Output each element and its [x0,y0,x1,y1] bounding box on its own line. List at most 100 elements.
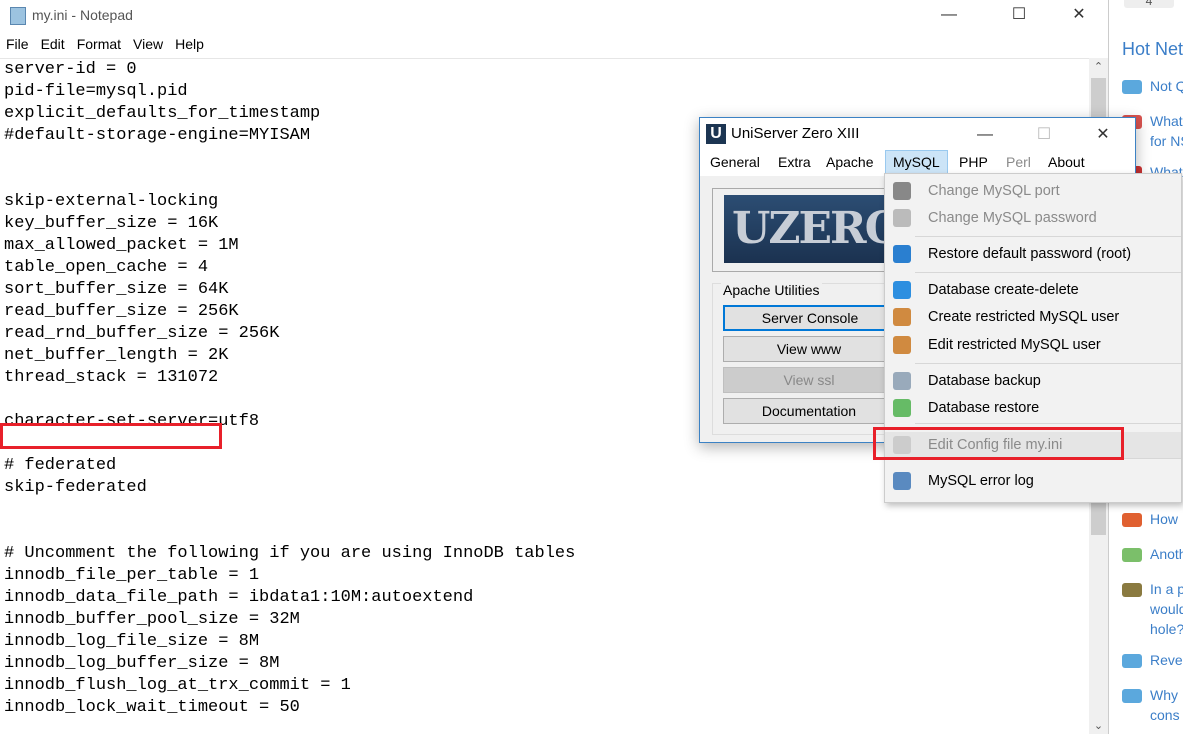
text-line [4,499,575,521]
backup-icon [893,372,911,390]
popcorn-icon [1122,513,1142,527]
menu-item-database-restore[interactable]: Database restore [885,395,1181,421]
menu-separator [915,423,1181,424]
maximize-button[interactable]: ☐ [996,2,1042,28]
text-line: net_buffer_length = 2K [4,346,229,365]
menu-view[interactable]: View [133,36,163,52]
text-line: innodb_log_file_size = 8M [4,632,260,651]
lock-icon [893,209,911,227]
link-text: Not Q [1150,78,1183,94]
text-line: innodb_flush_log_at_trx_commit = 1 [4,676,351,695]
menu-item-edit-restricted-mysql-user[interactable]: Edit restricted MySQL user [885,332,1181,358]
menu-item-change-mysql-password[interactable]: Change MySQL password [885,205,1181,231]
log-icon [893,472,911,490]
text-line: key_buffer_size = 16K [4,214,219,233]
documentation-button[interactable]: Documentation [723,398,895,424]
database-icon [893,281,911,299]
uniserver-icon: U [706,124,726,144]
restore-icon [893,399,911,417]
menu-extra[interactable]: Extra [778,154,811,170]
menu-item-label: Database backup [928,373,1041,389]
view-ssl-button[interactable]: View ssl [723,367,895,393]
text-line: innodb_buffer_pool_size = 32M [4,610,300,629]
window-title: my.ini - Notepad [32,7,133,23]
text-line [4,521,575,543]
text-line: pid-file=mysql.pid [4,82,188,101]
hot-question-link[interactable]: In a p would hole? [1150,579,1183,639]
menu-item-label: Change MySQL port [928,183,1060,199]
hot-question-link[interactable]: How [1150,509,1178,529]
menu-edit[interactable]: Edit [41,36,65,52]
menu-item-change-mysql-port[interactable]: Change MySQL port [885,178,1181,204]
highlight-edit-config [873,427,1124,460]
text-line: skip-federated [4,478,147,497]
network-port-icon [893,182,911,200]
text-line: skip-external-locking [4,192,219,211]
hot-question-link[interactable]: What for NS [1150,111,1183,151]
notepad-title-bar: my.ini - Notepad — ☐ ✕ [0,0,1108,30]
close-button[interactable]: ✕ [1056,2,1102,28]
menu-item-label: Create restricted MySQL user [928,309,1120,325]
link-text: would [1150,601,1183,617]
hot-question-link[interactable]: Not Q [1150,76,1183,96]
menu-item-create-restricted-mysql-user[interactable]: Create restricted MySQL user [885,304,1181,330]
edit-user-icon [893,336,911,354]
text-line: read_buffer_size = 256K [4,302,239,321]
text-line: # federated [4,456,117,475]
vote-count: 4 [1124,0,1174,8]
highlight-thread-stack [0,423,222,449]
link-text: Why [1150,687,1178,703]
menu-help[interactable]: Help [175,36,204,52]
menu-separator [915,363,1181,364]
menu-item-label: Change MySQL password [928,210,1097,226]
menu-mysql[interactable]: MySQL [885,150,948,174]
maximize-button[interactable]: ☐ [1021,122,1067,148]
link-text: In a p [1150,581,1183,597]
menu-general[interactable]: General [710,154,760,170]
text-line: server-id = 0 [4,60,137,79]
link-text: cons [1150,707,1180,723]
notepad-menu-bar: File Edit Format View Help [0,36,210,56]
menu-item-database-create-delete[interactable]: Database create-delete [885,277,1181,303]
scroll-down-icon[interactable]: ⌄ [1089,719,1108,732]
text-line: sort_buffer_size = 64K [4,280,229,299]
menu-item-label: MySQL error log [928,473,1034,489]
menu-file[interactable]: File [6,36,29,52]
text-line: innodb_data_file_path = ibdata1:10M:auto… [4,588,474,607]
link-text: How [1150,511,1179,527]
menu-php[interactable]: PHP [959,154,988,170]
close-button[interactable]: ✕ [1080,122,1126,148]
menu-item-label: Restore default password (root) [928,246,1132,262]
text-line: innodb_lock_wait_timeout = 50 [4,698,300,717]
pcg-icon [1122,654,1142,668]
menu-about[interactable]: About [1048,154,1085,170]
scroll-up-icon[interactable]: ⌃ [1089,60,1108,73]
view-www-button[interactable]: View www [723,336,895,362]
text-line [4,169,575,191]
menu-perl[interactable]: Perl [1006,154,1031,170]
text-line [4,147,575,169]
hot-question-link[interactable]: Why cons [1150,685,1180,725]
text-line [4,389,575,411]
hot-question-link[interactable]: Reve [1150,650,1183,670]
menu-format[interactable]: Format [77,36,121,52]
menu-separator [915,272,1181,273]
server-console-button[interactable]: Server Console [723,305,897,331]
refresh-icon [893,245,911,263]
link-text: for NS [1150,133,1183,149]
text-line: max_allowed_packet = 1M [4,236,239,255]
vi-icon [1122,689,1142,703]
minimize-button[interactable]: — [962,122,1008,148]
menu-apache[interactable]: Apache [826,154,873,170]
minimize-button[interactable]: — [926,2,972,28]
hot-question-link[interactable]: Anoth [1150,544,1183,564]
menu-item-label: Database restore [928,400,1040,416]
diamond-icon [1122,548,1142,562]
notepad-icon [10,7,26,25]
link-text: Anoth [1150,546,1183,562]
group-label: Apache Utilities [721,282,822,298]
menu-item-restore-default-password-root[interactable]: Restore default password (root) [885,241,1181,267]
menu-item-mysql-error-log[interactable]: MySQL error log [885,468,1181,494]
add-user-icon [893,308,911,326]
menu-item-database-backup[interactable]: Database backup [885,368,1181,394]
